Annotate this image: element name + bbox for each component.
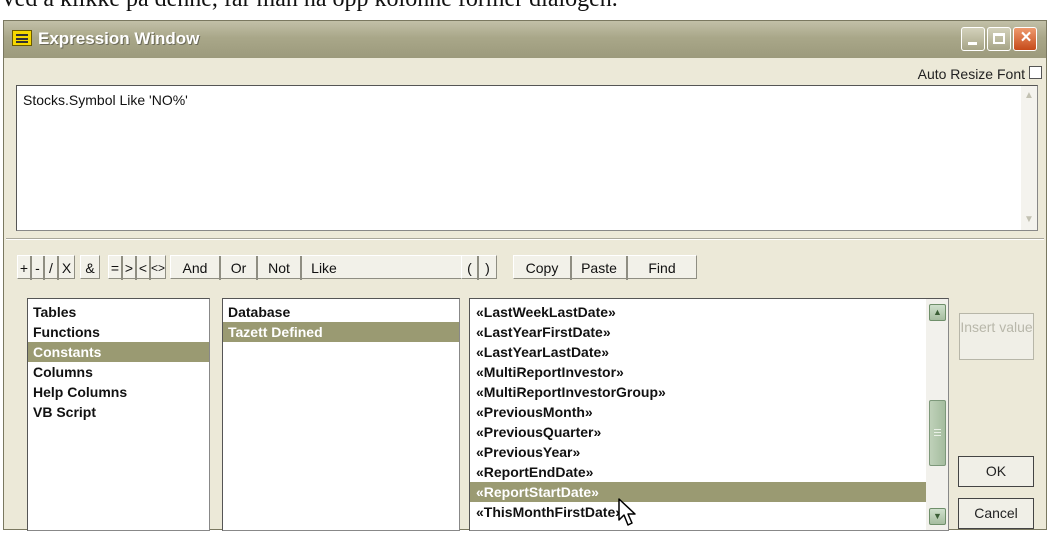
window-title: Expression Window: [38, 29, 200, 48]
source-item-tazett-defined[interactable]: Tazett Defined: [223, 322, 459, 342]
maximize-button[interactable]: [987, 27, 1011, 51]
or-button[interactable]: Or: [221, 256, 258, 280]
greater-than-button[interactable]: >: [123, 256, 137, 280]
math-operator-group: + - / X: [17, 255, 75, 280]
maximize-icon: [993, 33, 1005, 44]
document-caption: Ved å klikke på denne, får man nå opp ko…: [0, 0, 618, 13]
minus-button[interactable]: -: [32, 256, 45, 280]
value-item[interactable]: «PreviousYear»: [470, 442, 928, 462]
like-button[interactable]: Like: [302, 256, 346, 280]
and-button[interactable]: And: [171, 256, 221, 280]
value-item[interactable]: «MultiReportInvestorGroup»: [470, 382, 928, 402]
category-item-columns[interactable]: Columns: [28, 362, 209, 382]
copy-button[interactable]: Copy: [514, 256, 572, 280]
value-item[interactable]: «MultiReportInvestor»: [470, 362, 928, 382]
constant-value-list[interactable]: «LastWeekLastDate» «LastYearFirstDate» «…: [469, 298, 949, 531]
close-button[interactable]: ×: [1013, 27, 1037, 51]
edit-operator-group: Copy Paste Find: [513, 255, 697, 280]
value-item[interactable]: «LastWeekLastDate»: [470, 302, 928, 322]
concat-operator-group: &: [80, 255, 100, 279]
expression-window: Expression Window × Auto Resize Font Sto…: [3, 20, 1047, 531]
auto-resize-font-checkbox[interactable]: [1029, 66, 1042, 79]
grip-icon: [934, 429, 941, 430]
value-item[interactable]: «ReportEndDate»: [470, 462, 928, 482]
comparison-operator-group: = > < <>: [108, 255, 166, 280]
separator: [6, 238, 1044, 240]
logical-operator-group: And Or Not Like: [170, 255, 463, 280]
multiply-button[interactable]: X: [59, 256, 74, 280]
category-list[interactable]: Tables Functions Constants Columns Help …: [27, 298, 210, 531]
title-bar: Expression Window ×: [4, 21, 1046, 58]
ok-button[interactable]: OK: [958, 456, 1034, 487]
parenthesis-group: ( ): [461, 255, 497, 280]
close-icon: ×: [1020, 27, 1032, 48]
category-item-functions[interactable]: Functions: [28, 322, 209, 342]
plus-button[interactable]: +: [18, 256, 32, 280]
concat-button[interactable]: &: [81, 256, 99, 280]
value-item-selected[interactable]: «ReportStartDate»: [470, 482, 928, 502]
insert-value-button[interactable]: Insert value: [959, 313, 1034, 360]
constant-source-list[interactable]: Database Tazett Defined: [222, 298, 460, 531]
category-item-vb-script[interactable]: VB Script: [28, 402, 209, 422]
category-item-tables[interactable]: Tables: [28, 302, 209, 322]
expression-window-icon: [12, 30, 32, 46]
scrollbar-thumb[interactable]: [929, 400, 946, 466]
close-paren-button[interactable]: ): [479, 256, 496, 280]
scroll-up-icon[interactable]: ▲: [929, 304, 946, 321]
minimize-button[interactable]: [961, 27, 985, 51]
value-item[interactable]: «LastYearLastDate»: [470, 342, 928, 362]
expression-editor[interactable]: Stocks.Symbol Like 'NO%' ▲ ▼: [16, 85, 1038, 231]
not-equal-button[interactable]: <>: [151, 256, 165, 280]
open-paren-button[interactable]: (: [462, 256, 479, 280]
scroll-down-icon[interactable]: ▼: [929, 508, 946, 525]
mouse-pointer-icon: [618, 498, 636, 526]
category-item-constants[interactable]: Constants: [28, 342, 209, 362]
value-item[interactable]: «LastYearFirstDate»: [470, 322, 928, 342]
expression-text: Stocks.Symbol Like 'NO%': [23, 92, 188, 108]
cancel-button[interactable]: Cancel: [958, 498, 1034, 529]
category-item-help-columns[interactable]: Help Columns: [28, 382, 209, 402]
value-item[interactable]: «PreviousMonth»: [470, 402, 928, 422]
not-button[interactable]: Not: [258, 256, 302, 280]
minimize-icon: [968, 42, 977, 45]
equals-button[interactable]: =: [109, 256, 123, 280]
value-list-scrollbar[interactable]: ▲ ▼: [926, 299, 948, 530]
source-item-database[interactable]: Database: [223, 302, 459, 322]
expression-scrollbar[interactable]: ▲ ▼: [1021, 86, 1037, 230]
value-item[interactable]: «PreviousQuarter»: [470, 422, 928, 442]
find-button[interactable]: Find: [628, 256, 696, 280]
auto-resize-font-label: Auto Resize Font: [917, 66, 1025, 82]
value-item[interactable]: «ThisMonthFirstDate»: [470, 502, 928, 522]
divide-button[interactable]: /: [45, 256, 59, 280]
less-than-button[interactable]: <: [137, 256, 151, 280]
scroll-down-icon[interactable]: ▼: [1021, 212, 1037, 228]
paste-button[interactable]: Paste: [572, 256, 628, 280]
scroll-up-icon[interactable]: ▲: [1021, 88, 1037, 104]
